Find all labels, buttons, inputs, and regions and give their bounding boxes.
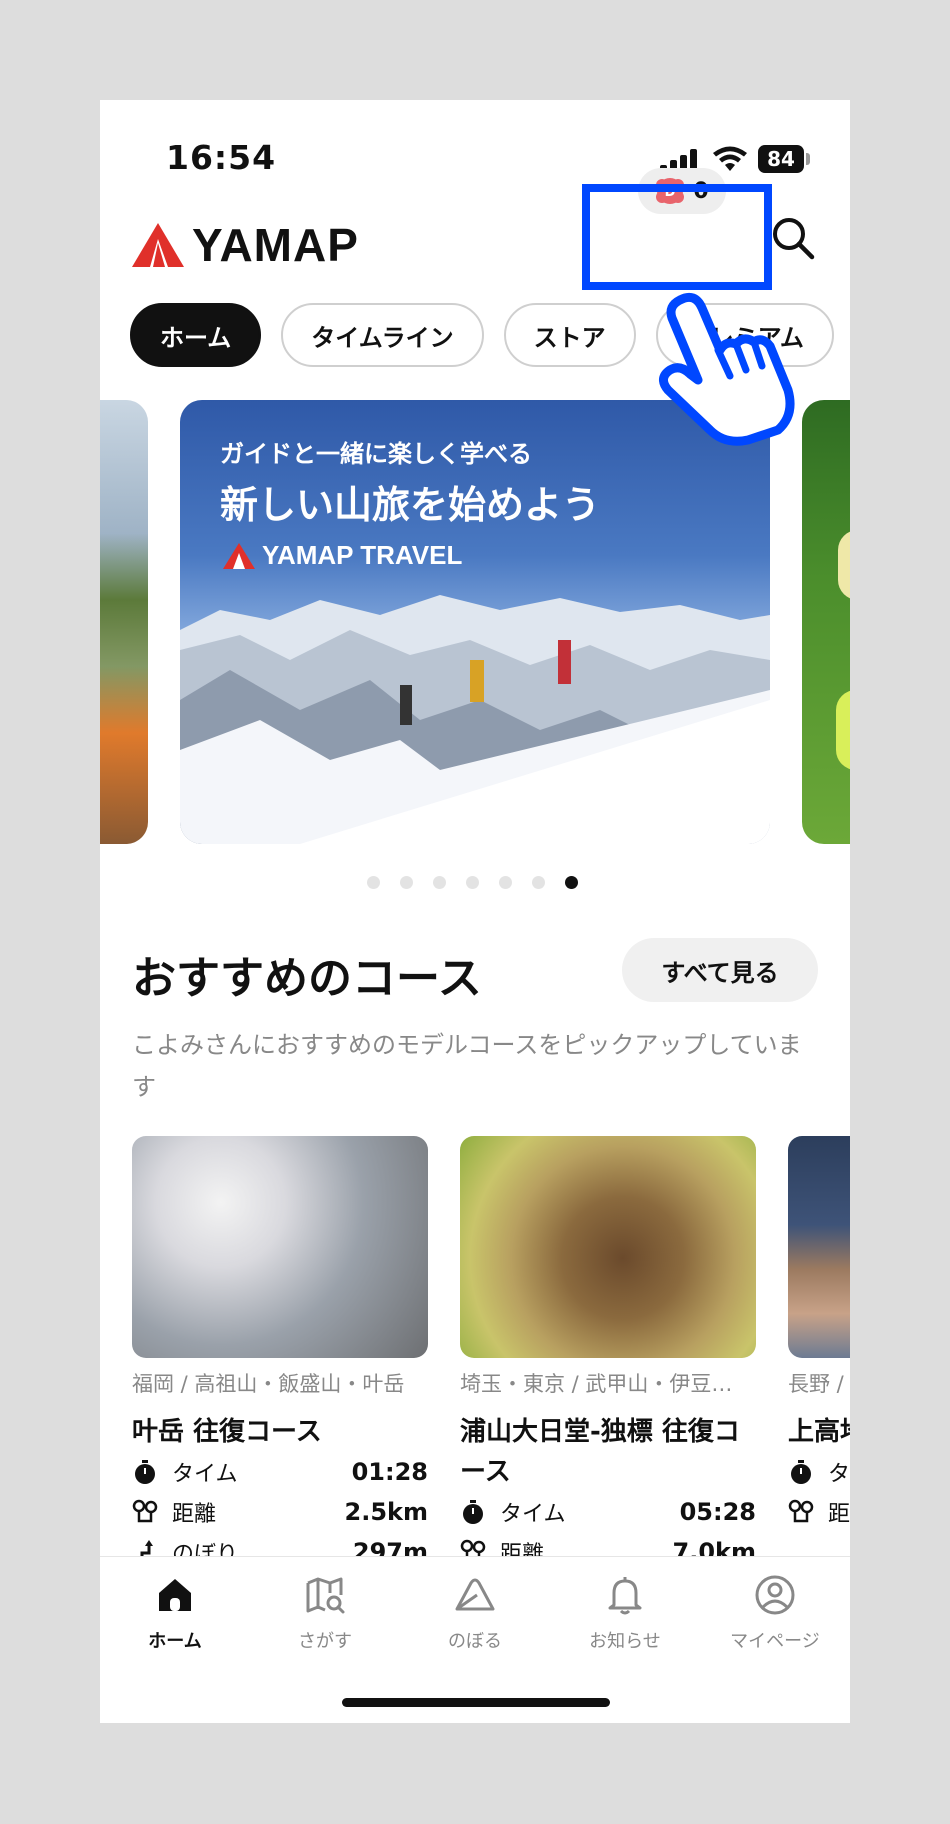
carousel-dot[interactable] — [466, 876, 479, 889]
course-distance: 距 — [788, 1492, 850, 1532]
stopwatch-icon — [791, 1460, 811, 1484]
nav-climb[interactable]: のぼる — [400, 1573, 550, 1653]
battery-indicator: 84 — [758, 145, 804, 173]
course-area: 福岡 / 高祖山・飯盛山・叶岳 — [132, 1372, 405, 1396]
carousel-dot[interactable] — [400, 876, 413, 889]
tab-home[interactable]: ホーム — [130, 303, 262, 367]
yamap-logo-mark-icon — [132, 223, 184, 267]
profile-icon — [755, 1575, 795, 1615]
nav-notifications[interactable]: お知らせ — [550, 1573, 700, 1653]
course-card[interactable]: 埼玉・東京 / 武甲山・伊豆… 浦山大日堂-独標 往復コース タイム 05:28… — [460, 1136, 756, 1556]
route-distance-icon — [132, 1499, 158, 1523]
course-image — [460, 1136, 756, 1358]
course-title: 浦山大日堂-独標 往復コース — [460, 1417, 740, 1487]
course-distance: 距離 7.0km — [460, 1532, 756, 1556]
carousel-dot[interactable] — [532, 876, 545, 889]
course-cards: 福岡 / 高祖山・飯盛山・叶岳 叶岳 往復コース タイム 01:28 距離 2.… — [132, 1136, 850, 1556]
yamap-travel-logo-icon — [223, 542, 255, 569]
course-distance: 距離 2.5km — [132, 1492, 428, 1532]
banner-title: 新しい山旅を始めよう — [220, 483, 601, 527]
stopwatch-icon — [135, 1460, 155, 1484]
course-title: 上高地 ル 往復 — [788, 1417, 850, 1447]
status-time: 16:54 — [166, 138, 277, 177]
map-search-icon — [306, 1577, 345, 1614]
course-climb: のぼり 297m — [132, 1532, 428, 1556]
nav-mypage[interactable]: マイページ — [700, 1573, 850, 1653]
home-indicator — [342, 1698, 610, 1707]
stopwatch-icon — [463, 1500, 483, 1524]
carousel-dot[interactable] — [367, 876, 380, 889]
course-card[interactable]: 長野 / 上高地 ル 往復 タ 距 — [788, 1136, 850, 1532]
course-title: 叶岳 往復コース — [132, 1417, 322, 1447]
banner-subtitle: ガイドと一緒に楽しく学べる — [220, 440, 532, 468]
nav-home[interactable]: ホーム — [100, 1573, 250, 1653]
pointing-hand-icon — [659, 292, 795, 446]
route-distance-icon — [460, 1539, 486, 1556]
search-icon[interactable] — [770, 215, 816, 261]
mountain-icon — [455, 1578, 495, 1611]
section-title: おすすめのコース — [132, 953, 482, 1004]
course-card[interactable]: 福岡 / 高祖山・飯盛山・叶岳 叶岳 往復コース タイム 01:28 距離 2.… — [132, 1136, 428, 1556]
climb-up-icon — [140, 1540, 153, 1556]
logo-text: YAMAP — [192, 219, 359, 271]
course-image — [132, 1136, 428, 1358]
banner-previous[interactable] — [100, 400, 148, 844]
course-time: タ — [788, 1452, 850, 1492]
tab-timeline[interactable]: タイムライン — [281, 303, 484, 367]
course-image — [788, 1136, 850, 1358]
wifi-icon — [713, 146, 747, 171]
course-area: 長野 / — [788, 1372, 844, 1396]
carousel-dot[interactable] — [499, 876, 512, 889]
bell-icon — [608, 1577, 642, 1615]
banner-brand: YAMAP TRAVEL — [222, 540, 462, 571]
battery-tip — [806, 153, 810, 165]
home-icon — [159, 1579, 191, 1611]
course-time: タイム 05:28 — [460, 1492, 756, 1532]
carousel-dot[interactable] — [433, 876, 446, 889]
see-all-button[interactable]: すべて見る — [622, 938, 818, 1002]
section-description: こよみさんにおすすめのモデルコースをピックアップしています — [132, 1031, 802, 1101]
course-area: 埼玉・東京 / 武甲山・伊豆… — [460, 1372, 733, 1396]
banner-brand-text: YAMAP TRAVEL — [262, 540, 463, 570]
banner-mountain-image — [180, 595, 770, 844]
highlight-box — [582, 184, 772, 290]
route-distance-icon — [788, 1499, 814, 1523]
tab-store[interactable]: ストア — [503, 303, 636, 367]
carousel-dot-active[interactable] — [565, 876, 578, 889]
banner-next[interactable] — [802, 400, 850, 844]
nav-search[interactable]: さがす — [250, 1573, 400, 1653]
course-time: タイム 01:28 — [132, 1452, 428, 1492]
banner-yamap-travel[interactable]: ガイドと一緒に楽しく学べる 新しい山旅を始めよう YAMAP TRAVEL — [180, 400, 770, 844]
carousel-dots — [367, 876, 578, 889]
yamap-logo: YAMAP — [130, 218, 359, 272]
